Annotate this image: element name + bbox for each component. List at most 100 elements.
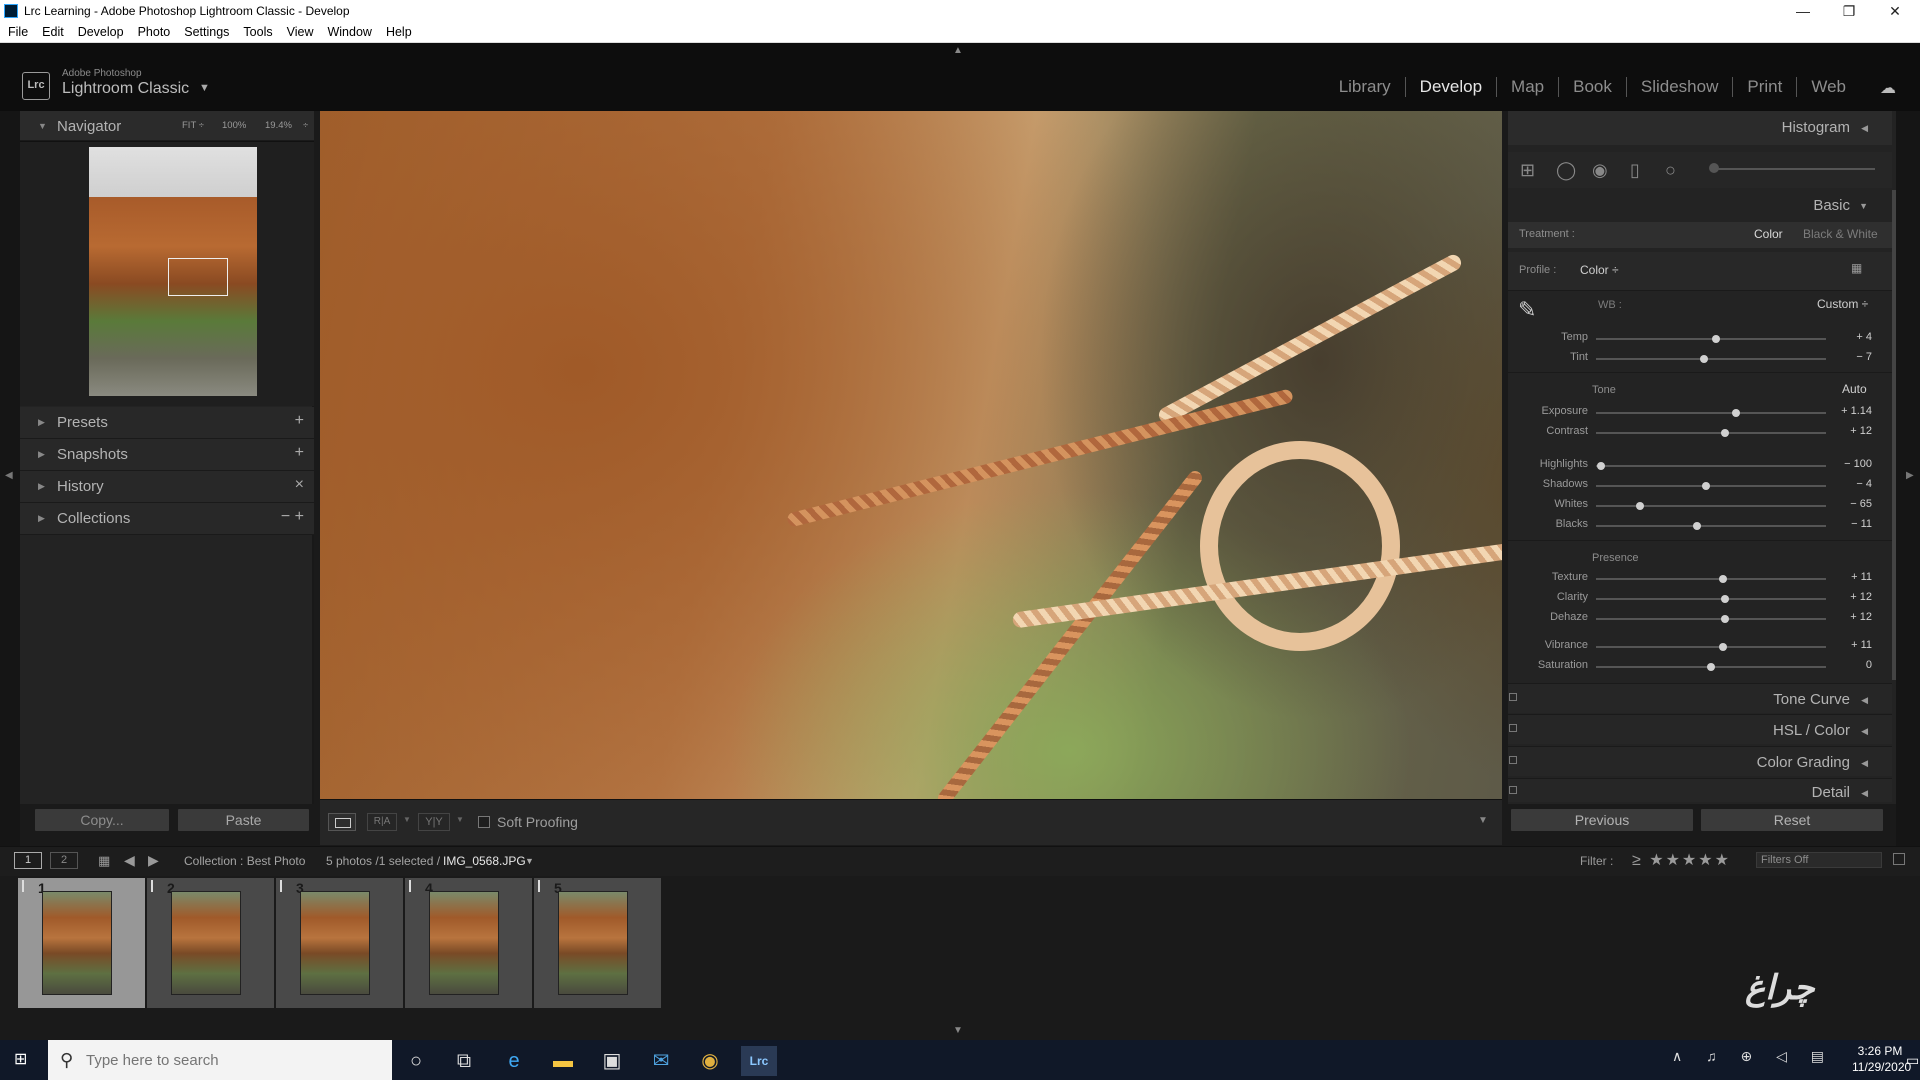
before-after-dropdown-icon[interactable]: ▼ [456, 815, 464, 824]
slider-value[interactable]: − 11 [1851, 518, 1872, 530]
filter-lock-icon[interactable] [1893, 853, 1905, 865]
notification-icon[interactable]: ▭ [1906, 1052, 1919, 1069]
snapshots-header[interactable]: ▶ Snapshots + [20, 439, 314, 471]
brush-slider[interactable] [1712, 168, 1875, 170]
menu-photo[interactable]: Photo [138, 25, 171, 39]
edge-icon[interactable]: e [496, 1046, 532, 1076]
slider-track[interactable] [1596, 578, 1826, 580]
module-slideshow[interactable]: Slideshow [1627, 77, 1734, 97]
slider-knob[interactable] [1700, 355, 1709, 363]
slider-knob[interactable] [1720, 429, 1729, 437]
zoom-fit[interactable]: FIT ÷ [182, 120, 204, 131]
menu-develop[interactable]: Develop [78, 25, 124, 39]
back-arrow-icon[interactable]: ◀ [124, 852, 135, 869]
slider-knob[interactable] [1720, 595, 1729, 603]
module-web[interactable]: Web [1797, 77, 1860, 97]
histogram-header[interactable]: Histogram ◀ [1508, 111, 1892, 145]
module-print[interactable]: Print [1733, 77, 1798, 97]
slider-value[interactable]: + 12 [1850, 611, 1872, 623]
profile-select[interactable]: Color ÷ [1580, 263, 1619, 277]
zoom-dropdown-icon[interactable]: ÷ [303, 120, 308, 131]
slider-value[interactable]: + 1.14 [1841, 405, 1872, 417]
photo-thumbnail[interactable] [42, 891, 112, 995]
filmstrip-source[interactable]: Collection : Best Photo [184, 854, 305, 868]
copy-settings-button[interactable]: Copy... [34, 808, 170, 832]
collections-header[interactable]: ▶ Collections − + [20, 503, 314, 535]
collapse-top-panel-icon[interactable]: ▲ [953, 45, 963, 56]
spot-removal-icon[interactable]: ◯ [1556, 160, 1576, 181]
slider-value[interactable]: + 4 [1856, 331, 1872, 343]
slider-knob[interactable] [1693, 522, 1702, 530]
graduated-filter-icon[interactable]: ▯ [1630, 160, 1640, 181]
history-header[interactable]: ▶ History × [20, 471, 314, 503]
wb-eyedropper-icon[interactable]: ✎ [1518, 297, 1546, 325]
soft-proofing-checkbox[interactable] [478, 816, 490, 828]
photo-thumbnail[interactable] [171, 891, 241, 995]
photo-thumbnail[interactable] [558, 891, 628, 995]
selected-filename[interactable]: IMG_0568.JPG [443, 854, 526, 868]
minimize-icon[interactable]: — [1780, 0, 1826, 22]
menu-settings[interactable]: Settings [184, 25, 229, 39]
collapse-filmstrip-icon[interactable]: ▼ [953, 1025, 963, 1036]
clock-date[interactable]: 11/29/2020 [1852, 1060, 1911, 1074]
flag-icon[interactable] [409, 880, 419, 892]
flag-icon[interactable] [280, 880, 290, 892]
taskbar-search-input[interactable] [86, 1049, 376, 1071]
reset-button[interactable]: Reset [1700, 808, 1884, 832]
treatment-color-option[interactable]: Color [1754, 227, 1783, 241]
slider-value[interactable]: − 65 [1850, 498, 1872, 510]
panel-toggle-switch[interactable] [1509, 724, 1517, 732]
flag-icon[interactable] [151, 880, 161, 892]
slider-track[interactable] [1596, 618, 1826, 620]
slider-knob[interactable] [1596, 462, 1605, 470]
slider-knob[interactable] [1718, 643, 1727, 651]
flag-icon[interactable] [22, 880, 32, 892]
store-icon[interactable]: ▣ [594, 1046, 630, 1076]
menu-file[interactable]: File [8, 25, 28, 39]
radial-filter-icon[interactable]: ○ [1665, 160, 1676, 181]
collapse-right-panel-icon[interactable]: ▶ [1906, 470, 1914, 481]
slider-knob[interactable] [1720, 615, 1729, 623]
menu-edit[interactable]: Edit [42, 25, 64, 39]
detail-header[interactable]: Detail ◀ [1508, 778, 1892, 802]
flag-icon[interactable] [538, 880, 548, 892]
zoom-100[interactable]: 100% [222, 120, 246, 131]
slider-track[interactable] [1596, 505, 1826, 507]
slider-knob[interactable] [1635, 502, 1644, 510]
mail-icon[interactable]: ✉ [643, 1046, 679, 1076]
cortana-icon[interactable]: ○ [398, 1046, 434, 1076]
toolbar-content-dropdown-icon[interactable]: ▼ [1478, 815, 1488, 826]
identity-dropdown-icon[interactable]: ▼ [199, 82, 210, 94]
menu-window[interactable]: Window [327, 25, 371, 39]
module-map[interactable]: Map [1497, 77, 1560, 97]
treatment-bw-option[interactable]: Black & White [1803, 227, 1878, 241]
filter-preset-select[interactable]: Filters Off [1756, 852, 1882, 868]
add-snapshot-icon[interactable]: + [295, 444, 304, 462]
system-tray-icons[interactable]: ∧ ♫ ⊕ ◁ ▤ [1672, 1048, 1834, 1065]
lightroom-taskbar-icon[interactable]: Lrc [741, 1046, 777, 1076]
profile-browser-icon[interactable]: ▦ [1851, 261, 1871, 277]
cloud-sync-icon[interactable]: ☁ [1880, 78, 1902, 97]
zoom-custom[interactable]: 19.4% [265, 120, 292, 131]
clear-history-icon[interactable]: × [295, 476, 304, 494]
color-grading-header[interactable]: Color Grading ◀ [1508, 746, 1892, 776]
basic-header[interactable]: Basic ▼ [1508, 192, 1892, 220]
slider-value[interactable]: + 11 [1851, 571, 1872, 583]
reference-view-dropdown-icon[interactable]: ▼ [403, 815, 411, 824]
slider-track[interactable] [1596, 525, 1826, 527]
slider-value[interactable]: + 12 [1850, 591, 1872, 603]
brush-slider-knob[interactable] [1709, 163, 1719, 173]
collection-actions-icon[interactable]: − + [281, 508, 304, 526]
chrome-icon[interactable]: ◉ [692, 1046, 728, 1076]
slider-track[interactable] [1596, 412, 1826, 414]
right-panel-scrollbar[interactable] [1892, 190, 1896, 680]
clock-time[interactable]: 3:26 PM [1852, 1044, 1908, 1058]
forward-arrow-icon[interactable]: ▶ [148, 852, 159, 869]
reference-view-icon[interactable]: R|A [367, 813, 397, 831]
module-develop[interactable]: Develop [1406, 77, 1498, 97]
panel-toggle-switch[interactable] [1509, 693, 1517, 701]
before-after-icon[interactable]: Y|Y [418, 813, 450, 831]
menu-tools[interactable]: Tools [243, 25, 272, 39]
close-icon[interactable]: ✕ [1872, 0, 1918, 22]
primary-display-button[interactable]: 1 [14, 852, 42, 869]
